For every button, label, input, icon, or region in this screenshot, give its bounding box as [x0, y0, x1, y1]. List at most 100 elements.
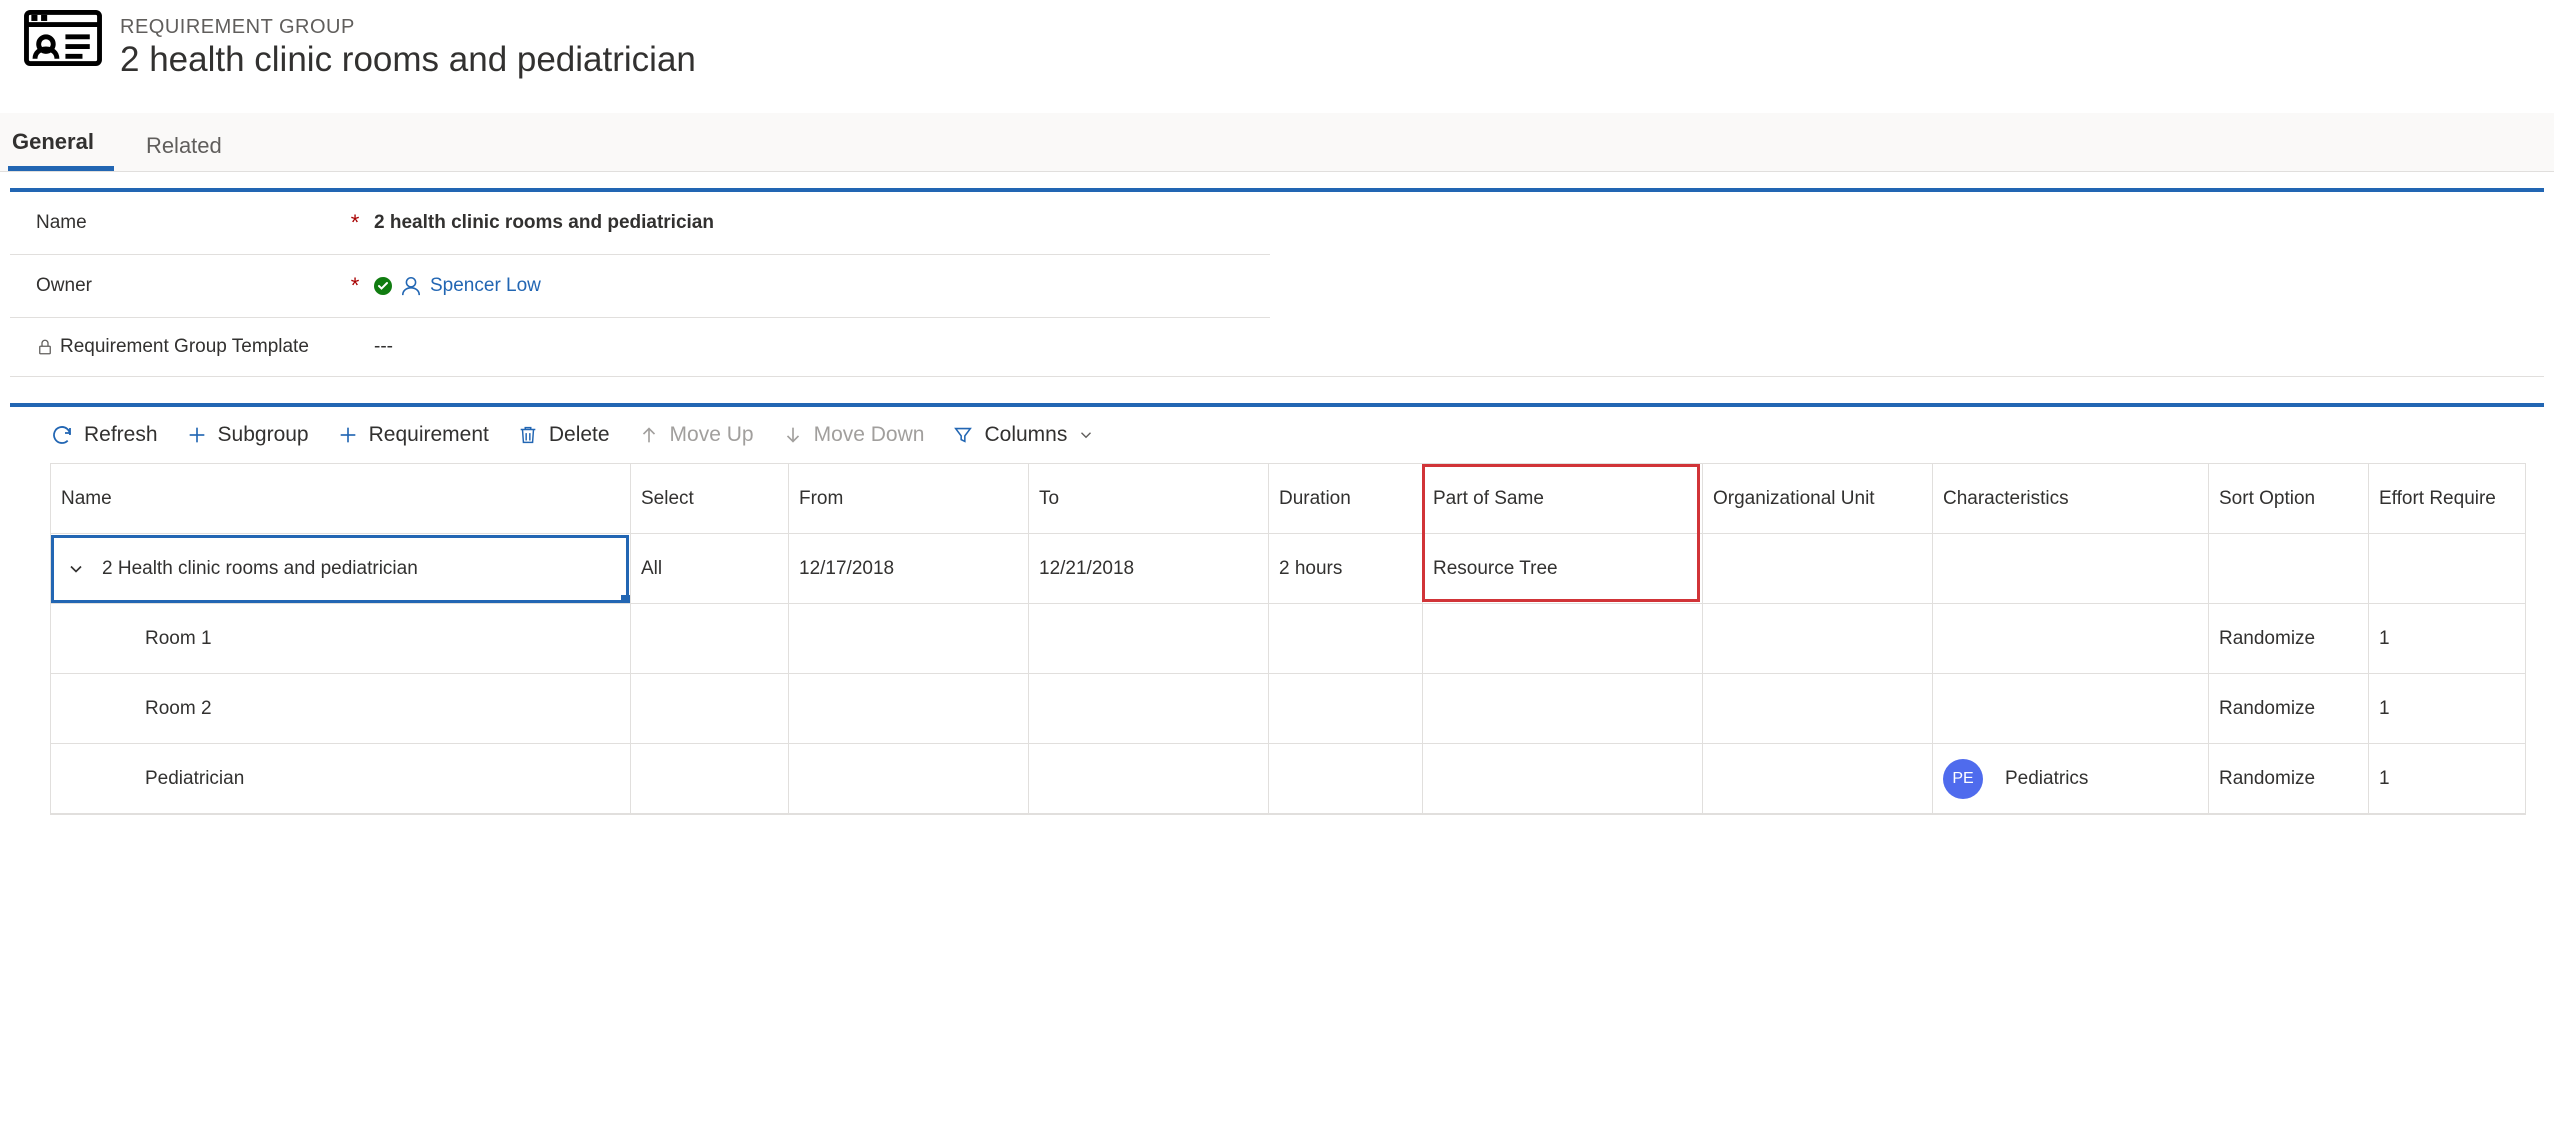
- col-header-sort[interactable]: Sort Option: [2209, 464, 2369, 533]
- cell-name-text: 2 Health clinic rooms and pediatrician: [102, 558, 418, 580]
- columns-button[interactable]: Columns: [952, 423, 1105, 447]
- cell-name-selected[interactable]: 2 Health clinic rooms and pediatrician: [51, 535, 629, 603]
- arrow-down-icon: [782, 424, 804, 446]
- columns-label: Columns: [984, 423, 1067, 447]
- cell-duration[interactable]: [1269, 744, 1423, 813]
- owner-field-label: Owner: [36, 275, 346, 297]
- cell-partofsame[interactable]: [1423, 744, 1703, 813]
- col-header-effort[interactable]: Effort Require: [2369, 464, 2509, 533]
- movedown-label: Move Down: [814, 423, 925, 447]
- chevron-down-icon[interactable]: [66, 559, 86, 579]
- cell-sort[interactable]: Randomize: [2209, 604, 2369, 673]
- cell-select[interactable]: All: [631, 534, 789, 603]
- lock-icon: [36, 338, 54, 356]
- refresh-button[interactable]: Refresh: [50, 423, 158, 447]
- entity-type-label: REQUIREMENT GROUP: [120, 16, 696, 39]
- cell-select[interactable]: [631, 674, 789, 743]
- col-header-characteristics[interactable]: Characteristics: [1933, 464, 2209, 533]
- cell-to[interactable]: [1029, 744, 1269, 813]
- owner-field-value[interactable]: Spencer Low: [374, 275, 541, 297]
- characteristic-text: Pediatrics: [2005, 768, 2088, 790]
- grid-row-child[interactable]: Room 1 Randomize 1: [51, 604, 2525, 674]
- presence-available-icon: [374, 277, 392, 295]
- move-up-button[interactable]: Move Up: [638, 423, 754, 447]
- entity-icon: [24, 10, 102, 88]
- col-header-partofsame[interactable]: Part of Same: [1423, 464, 1703, 533]
- name-field-label: Name: [36, 212, 346, 234]
- name-field-value[interactable]: 2 health clinic rooms and pediatrician: [374, 212, 714, 234]
- add-subgroup-button[interactable]: Subgroup: [186, 423, 309, 447]
- cell-orgunit[interactable]: [1703, 604, 1933, 673]
- general-form-section: Name * 2 health clinic rooms and pediatr…: [10, 188, 2544, 377]
- cell-partofsame[interactable]: [1423, 674, 1703, 743]
- cell-characteristics[interactable]: [1933, 674, 2209, 743]
- cell-characteristics[interactable]: [1933, 534, 2209, 603]
- cell-name[interactable]: Room 1: [51, 604, 631, 673]
- cell-sort[interactable]: [2209, 534, 2369, 603]
- tab-general[interactable]: General: [8, 115, 114, 171]
- col-header-name[interactable]: Name: [51, 464, 631, 533]
- template-field-value[interactable]: ---: [374, 336, 393, 358]
- cell-effort[interactable]: 1: [2369, 744, 2509, 813]
- moveup-label: Move Up: [670, 423, 754, 447]
- cell-fill-handle[interactable]: [621, 595, 631, 604]
- col-header-duration[interactable]: Duration: [1269, 464, 1423, 533]
- cell-characteristics[interactable]: PE Pediatrics: [1933, 744, 2209, 813]
- grid-row-child[interactable]: Pediatrician PE Pediatrics Randomize 1: [51, 744, 2525, 814]
- cell-duration[interactable]: [1269, 604, 1423, 673]
- trash-icon: [517, 424, 539, 446]
- grid-toolbar: Refresh Subgroup Requirement Delete: [10, 407, 2544, 463]
- cell-effort[interactable]: 1: [2369, 674, 2509, 743]
- cell-sort[interactable]: Randomize: [2209, 674, 2369, 743]
- cell-to[interactable]: [1029, 604, 1269, 673]
- requirements-grid-section: Refresh Subgroup Requirement Delete: [10, 403, 2544, 819]
- characteristic-badge: PE: [1943, 759, 1983, 799]
- cell-from[interactable]: [789, 674, 1029, 743]
- cell-name[interactable]: Pediatrician: [51, 744, 631, 813]
- cell-to[interactable]: [1029, 674, 1269, 743]
- delete-label: Delete: [549, 423, 610, 447]
- delete-button[interactable]: Delete: [517, 423, 610, 447]
- owner-link[interactable]: Spencer Low: [430, 275, 541, 297]
- subgroup-label: Subgroup: [218, 423, 309, 447]
- cell-partofsame[interactable]: [1423, 604, 1703, 673]
- plus-icon: [337, 424, 359, 446]
- col-header-from[interactable]: From: [789, 464, 1029, 533]
- person-icon: [400, 275, 422, 297]
- tab-related[interactable]: Related: [142, 119, 242, 171]
- cell-characteristics[interactable]: [1933, 604, 2209, 673]
- cell-effort[interactable]: [2369, 534, 2509, 603]
- cell-name[interactable]: Room 2: [51, 674, 631, 743]
- add-requirement-button[interactable]: Requirement: [337, 423, 489, 447]
- plus-icon: [186, 424, 208, 446]
- filter-icon: [952, 424, 974, 446]
- cell-to[interactable]: 12/21/2018: [1029, 534, 1269, 603]
- col-header-to[interactable]: To: [1029, 464, 1269, 533]
- cell-sort[interactable]: Randomize: [2209, 744, 2369, 813]
- cell-duration[interactable]: 2 hours: [1269, 534, 1423, 603]
- cell-effort[interactable]: 1: [2369, 604, 2509, 673]
- refresh-label: Refresh: [84, 423, 158, 447]
- chevron-down-icon: [1077, 426, 1095, 444]
- cell-from[interactable]: 12/17/2018: [789, 534, 1029, 603]
- cell-partofsame[interactable]: Resource Tree: [1423, 534, 1703, 603]
- cell-from[interactable]: [789, 744, 1029, 813]
- requirements-grid: Name Select From To Duration Part of Sam…: [50, 463, 2526, 815]
- col-header-select[interactable]: Select: [631, 464, 789, 533]
- cell-from[interactable]: [789, 604, 1029, 673]
- cell-orgunit[interactable]: [1703, 534, 1933, 603]
- tab-bar: General Related: [0, 112, 2554, 172]
- cell-select[interactable]: [631, 744, 789, 813]
- move-down-button[interactable]: Move Down: [782, 423, 925, 447]
- cell-duration[interactable]: [1269, 674, 1423, 743]
- grid-row-child[interactable]: Room 2 Randomize 1: [51, 674, 2525, 744]
- cell-orgunit[interactable]: [1703, 674, 1933, 743]
- cell-orgunit[interactable]: [1703, 744, 1933, 813]
- page-header: REQUIREMENT GROUP 2 health clinic rooms …: [0, 0, 2554, 106]
- cell-select[interactable]: [631, 604, 789, 673]
- template-field-label-text: Requirement Group Template: [60, 336, 309, 358]
- col-header-orgunit[interactable]: Organizational Unit: [1703, 464, 1933, 533]
- grid-row-root[interactable]: 2 Health clinic rooms and pediatrician A…: [51, 534, 2525, 604]
- page-title: 2 health clinic rooms and pediatrician: [120, 39, 696, 81]
- refresh-icon: [50, 423, 74, 447]
